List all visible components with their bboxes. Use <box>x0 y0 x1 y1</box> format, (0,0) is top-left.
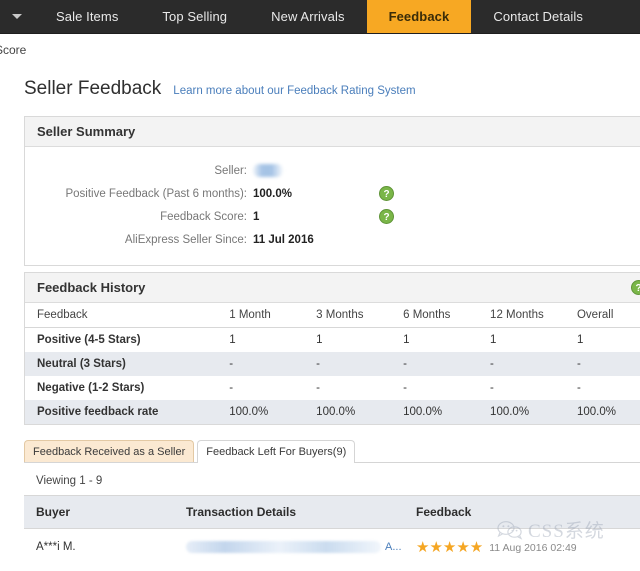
cell-rate-overall: 100.0% <box>576 400 640 424</box>
nav-item-new-arrivals[interactable]: New Arrivals <box>249 0 366 33</box>
feedback-history-header: Feedback History ? <box>25 273 640 303</box>
cell-rate-12-months: 100.0% <box>490 400 577 424</box>
summary-label-positive-feedback: Positive Feedback (Past 6 months): <box>65 187 247 200</box>
cell-negative-3-months: - <box>316 382 321 394</box>
column-header-1-month: 1 Month <box>229 303 317 328</box>
cell-negative-overall: - <box>576 382 581 394</box>
cell-neutral-overall: - <box>576 352 640 376</box>
nav-item-contact-details[interactable]: Contact Details <box>471 0 605 33</box>
cell-neutral-6-months: - <box>403 352 491 376</box>
table-row: Positive feedback rate 100.0% 100.0% 100… <box>25 400 640 424</box>
feedback-history-header-row: Feedback 1 Month 3 Months 6 Months 12 Mo… <box>25 303 640 328</box>
summary-row-seller-since: AliExpress Seller Since: 11 Jul 2016 <box>25 228 640 251</box>
summary-value-seller <box>253 164 373 177</box>
summary-label-seller-since: AliExpress Seller Since: <box>124 233 247 246</box>
cell-positive-3-months[interactable]: 1 <box>316 328 403 353</box>
top-navigation-bar: Sale Items Top Selling New Arrivals Feed… <box>0 0 640 34</box>
nav-item-sale-items[interactable]: Sale Items <box>34 0 140 33</box>
cell-negative-12-months: - <box>490 382 494 394</box>
column-header-feedback: Feedback <box>25 303 230 328</box>
seller-summary-header: Seller Summary <box>25 117 640 147</box>
transaction-more-link[interactable]: A... <box>385 541 402 553</box>
summary-value-seller-since: 11 Jul 2016 <box>253 233 314 246</box>
table-row: Negative (1-2 Stars) - - - - - <box>25 376 640 400</box>
feedback-history-help-icon[interactable]: ? <box>631 280 640 295</box>
column-header-overall: Overall <box>576 303 640 328</box>
tab-feedback-left-for-buyers[interactable]: Feedback Left For Buyers(9) <box>197 440 356 463</box>
feedback-date: 11 Aug 2016 02:49 <box>489 542 577 554</box>
redacted-seller-name <box>253 164 283 177</box>
seller-summary-card: Seller Summary Seller: Positive Feedback… <box>24 116 640 266</box>
cell-buyer-name: A***i M. <box>36 541 76 553</box>
summary-label-feedback-score: Feedback Score: <box>160 210 247 223</box>
feedback-rating-row: ★★★★★ 11 Aug 2016 02:49 <box>416 539 640 556</box>
feedback-history-card: Feedback History ? Feedback 1 Month 3 Mo… <box>24 272 640 425</box>
feedback-tabs: Feedback Received as a Seller Feedback L… <box>24 439 640 463</box>
column-header-12-months: 12 Months <box>490 303 577 328</box>
tab-feedback-received-as-seller[interactable]: Feedback Received as a Seller <box>24 440 195 463</box>
cell-negative-6-months: - <box>403 382 407 394</box>
cell-neutral-1-month: - <box>229 352 317 376</box>
feedback-history-title: Feedback History <box>37 280 146 295</box>
chevron-down-icon <box>12 14 22 19</box>
cell-negative-1-month: - <box>229 382 234 394</box>
summary-row-seller: Seller: <box>25 159 640 182</box>
page-title: Seller Feedback <box>24 78 162 99</box>
cell-transaction-details: A... <box>186 529 416 567</box>
row-label-positive: Positive (4-5 Stars) <box>37 334 141 346</box>
nav-dropdown-button[interactable] <box>0 0 34 33</box>
table-row: A***i M. A... ★★★★★ 11 Aug 2016 02:49 <box>24 529 640 567</box>
cell-positive-6-months[interactable]: 1 <box>403 328 490 353</box>
seller-summary-body: Seller: Positive Feedback (Past 6 months… <box>25 147 640 265</box>
positive-feedback-help-icon[interactable]: ? <box>379 186 394 201</box>
cell-positive-12-months[interactable]: 1 <box>490 328 577 353</box>
cell-neutral-12-months: - <box>490 352 577 376</box>
page-header: Seller Feedback Learn more about our Fee… <box>0 66 640 110</box>
buyer-table-header-row: Buyer Transaction Details Feedback <box>24 495 640 529</box>
cell-rate-1-month: 100.0% <box>229 400 317 424</box>
row-label-negative: Negative (1-2 Stars) <box>37 382 145 394</box>
nav-item-top-selling[interactable]: Top Selling <box>140 0 249 33</box>
scrolled-partial-text: Score <box>0 43 27 57</box>
column-header-6-months: 6 Months <box>403 303 491 328</box>
feedback-history-table: Feedback 1 Month 3 Months 6 Months 12 Mo… <box>25 303 640 424</box>
nav-item-feedback[interactable]: Feedback <box>366 0 472 33</box>
column-header-buyer: Buyer <box>24 495 186 529</box>
column-header-feedback: Feedback <box>416 495 640 529</box>
summary-row-feedback-score: Feedback Score: 1 ? <box>25 205 640 228</box>
column-header-3-months: 3 Months <box>316 303 404 328</box>
cell-rate-3-months: 100.0% <box>316 400 404 424</box>
cell-neutral-3-months: - <box>316 352 404 376</box>
viewing-count-label: Viewing 1 - 9 <box>36 475 103 487</box>
cell-positive-1-month[interactable]: 1 <box>229 328 316 353</box>
seller-summary-title: Seller Summary <box>37 124 136 139</box>
scrolled-partial-text-row: Score <box>0 34 640 66</box>
cell-feedback: ★★★★★ 11 Aug 2016 02:49 <box>416 529 640 567</box>
table-row: Positive (4-5 Stars) 1 1 1 1 1 <box>25 328 640 353</box>
table-row: Neutral (3 Stars) - - - - - <box>25 352 640 376</box>
column-header-transaction-details: Transaction Details <box>186 495 416 529</box>
row-label-neutral: Neutral (3 Stars) <box>25 352 230 376</box>
row-label-positive-rate: Positive feedback rate <box>25 400 230 424</box>
feedback-score-help-icon[interactable]: ? <box>379 209 394 224</box>
summary-value-feedback-score: 1 <box>253 210 260 223</box>
summary-row-positive-feedback: Positive Feedback (Past 6 months): 100.0… <box>25 182 640 205</box>
cell-rate-6-months: 100.0% <box>403 400 491 424</box>
star-rating-icon: ★★★★★ <box>416 539 484 556</box>
feedback-rating-system-link[interactable]: Learn more about our Feedback Rating Sys… <box>173 85 415 97</box>
cell-positive-overall[interactable]: 1 <box>577 328 640 353</box>
summary-label-seller: Seller: <box>214 164 247 177</box>
redacted-transaction-detail <box>186 541 381 553</box>
summary-value-positive-feedback: 100.0% <box>253 187 293 200</box>
buyer-feedback-table: Buyer Transaction Details Feedback A***i… <box>24 495 640 566</box>
